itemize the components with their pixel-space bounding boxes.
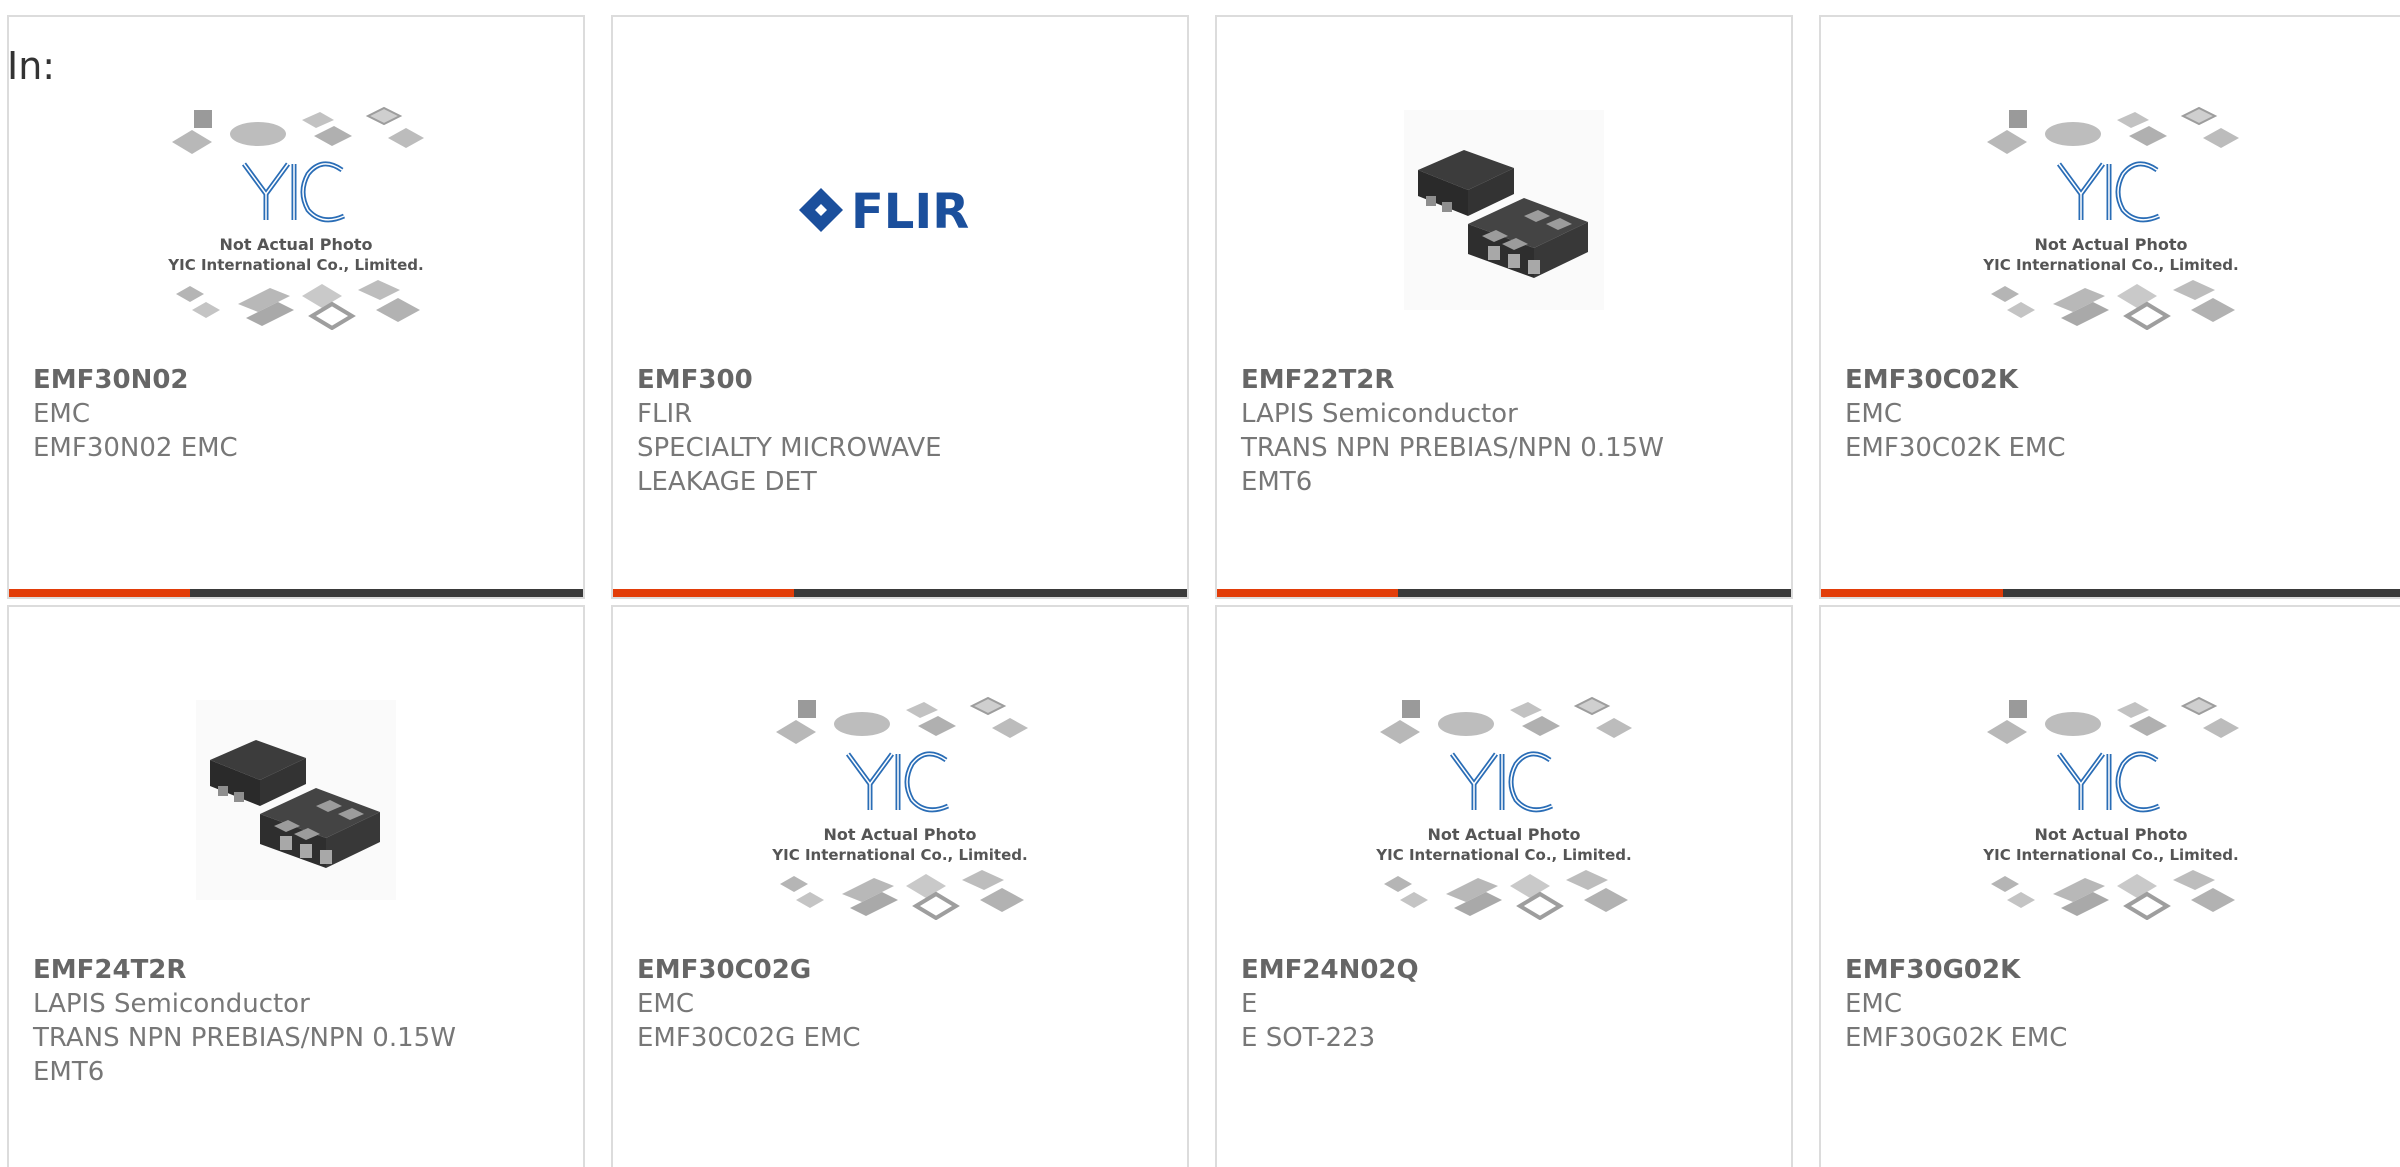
svg-text:FLIR: FLIR: [851, 184, 969, 240]
product-image: Not Actual Photo YIC International Co., …: [613, 655, 1187, 945]
part-number[interactable]: EMF30C02K: [1845, 363, 2380, 397]
svg-text:Not Actual Photo: Not Actual Photo: [2034, 235, 2187, 254]
product-info: EMF30N02 EMC EMF30N02 EMC: [33, 363, 563, 465]
product-card[interactable]: EMF24T2R LAPIS Semiconductor TRANS NPN P…: [7, 605, 585, 1167]
flir-logo-image: FLIR: [799, 184, 969, 240]
manufacturer: E: [1241, 989, 1258, 1019]
product-info: EMF300 FLIR SPECIALTY MICROWAVE LEAKAGE …: [637, 363, 1167, 499]
product-image: Not Actual Photo YIC International Co., …: [1217, 655, 1791, 945]
manufacturer: EMC: [33, 399, 91, 429]
description: TRANS NPN PREBIAS/NPN 0.15W: [33, 1023, 456, 1053]
manufacturer: EMC: [1845, 989, 1903, 1019]
svg-text:Not Actual Photo: Not Actual Photo: [1427, 825, 1580, 844]
product-info: EMF30C02G EMC EMF30C02G EMC: [637, 953, 1167, 1055]
svg-text:YIC International Co., Limited: YIC International Co., Limited.: [1375, 846, 1631, 864]
chip-photo-image: [1404, 110, 1604, 310]
description-cont: LEAKAGE DET: [637, 467, 817, 497]
part-number[interactable]: EMF24T2R: [33, 953, 563, 987]
card-bottom-bar: [1217, 589, 1791, 597]
manufacturer: LAPIS Semiconductor: [1241, 399, 1518, 429]
product-card[interactable]: Not Actual Photo YIC International Co., …: [611, 605, 1189, 1167]
chip-photo-image: [196, 700, 396, 900]
product-card[interactable]: Not Actual Photo YIC International Co., …: [1819, 605, 2400, 1167]
description-cont: EMT6: [33, 1057, 105, 1087]
in-label: In:: [7, 44, 56, 88]
manufacturer: FLIR: [637, 399, 693, 429]
card-bottom-bar: [9, 589, 583, 597]
manufacturer: EMC: [1845, 399, 1903, 429]
product-image: Not Actual Photo YIC International Co., …: [1821, 65, 2400, 355]
svg-text:Not Actual Photo: Not Actual Photo: [2034, 825, 2187, 844]
part-number[interactable]: EMF30G02K: [1845, 953, 2380, 987]
svg-text:YIC International Co., Limited: YIC International Co., Limited.: [1982, 256, 2238, 274]
product-image: [9, 655, 583, 945]
description: EMF30C02G EMC: [637, 1023, 861, 1053]
product-image: FLIR: [613, 65, 1187, 355]
svg-text:Not Actual Photo: Not Actual Photo: [219, 235, 372, 254]
svg-text:YIC International Co., Limited: YIC International Co., Limited.: [771, 846, 1027, 864]
part-number[interactable]: EMF22T2R: [1241, 363, 1771, 397]
part-number[interactable]: EMF30N02: [33, 363, 563, 397]
yic-placeholder-image: Not Actual Photo YIC International Co., …: [167, 90, 430, 330]
product-card[interactable]: Not Actual Photo YIC International Co., …: [7, 15, 585, 599]
part-number[interactable]: EMF300: [637, 363, 1167, 397]
product-info: EMF30C02K EMC EMF30C02K EMC: [1845, 363, 2380, 465]
description: SPECIALTY MICROWAVE: [637, 433, 942, 463]
card-accent: [1217, 589, 1398, 597]
description: EMF30G02K EMC: [1845, 1023, 2068, 1053]
product-info: EMF24N02Q E E SOT-223: [1241, 953, 1771, 1055]
yic-placeholder-image: Not Actual Photo YIC International Co., …: [1982, 680, 2245, 920]
manufacturer: LAPIS Semiconductor: [33, 989, 310, 1019]
product-image: Not Actual Photo YIC International Co., …: [1821, 655, 2400, 945]
product-grid: Not Actual Photo YIC International Co., …: [0, 0, 2400, 1167]
description: TRANS NPN PREBIAS/NPN 0.15W: [1241, 433, 1664, 463]
yic-placeholder-image: Not Actual Photo YIC International Co., …: [771, 680, 1034, 920]
product-info: EMF24T2R LAPIS Semiconductor TRANS NPN P…: [33, 953, 563, 1089]
yic-placeholder-image: Not Actual Photo YIC International Co., …: [1982, 90, 2245, 330]
manufacturer: EMC: [637, 989, 695, 1019]
svg-text:YIC International Co., Limited: YIC International Co., Limited.: [167, 256, 423, 274]
product-card[interactable]: Not Actual Photo YIC International Co., …: [1819, 15, 2400, 599]
product-card[interactable]: FLIR EMF300 FLIR SPECIALTY MICROWAVE LEA…: [611, 15, 1189, 599]
svg-text:YIC International Co., Limited: YIC International Co., Limited.: [1982, 846, 2238, 864]
product-image: Not Actual Photo YIC International Co., …: [9, 65, 583, 355]
product-image: [1217, 65, 1791, 355]
yic-placeholder-image: Not Actual Photo YIC International Co., …: [1375, 680, 1638, 920]
card-accent: [613, 589, 794, 597]
card-bottom-bar: [1821, 589, 2400, 597]
card-bottom-bar: [613, 589, 1187, 597]
description: EMF30N02 EMC: [33, 433, 238, 463]
svg-text:Not Actual Photo: Not Actual Photo: [823, 825, 976, 844]
description: E SOT-223: [1241, 1023, 1376, 1053]
card-accent: [1821, 589, 2004, 597]
product-card[interactable]: Not Actual Photo YIC International Co., …: [1215, 605, 1793, 1167]
product-card[interactable]: EMF22T2R LAPIS Semiconductor TRANS NPN P…: [1215, 15, 1793, 599]
description: EMF30C02K EMC: [1845, 433, 2066, 463]
part-number[interactable]: EMF24N02Q: [1241, 953, 1771, 987]
part-number[interactable]: EMF30C02G: [637, 953, 1167, 987]
product-info: EMF22T2R LAPIS Semiconductor TRANS NPN P…: [1241, 363, 1771, 499]
description-cont: EMT6: [1241, 467, 1313, 497]
card-accent: [9, 589, 190, 597]
product-info: EMF30G02K EMC EMF30G02K EMC: [1845, 953, 2380, 1055]
